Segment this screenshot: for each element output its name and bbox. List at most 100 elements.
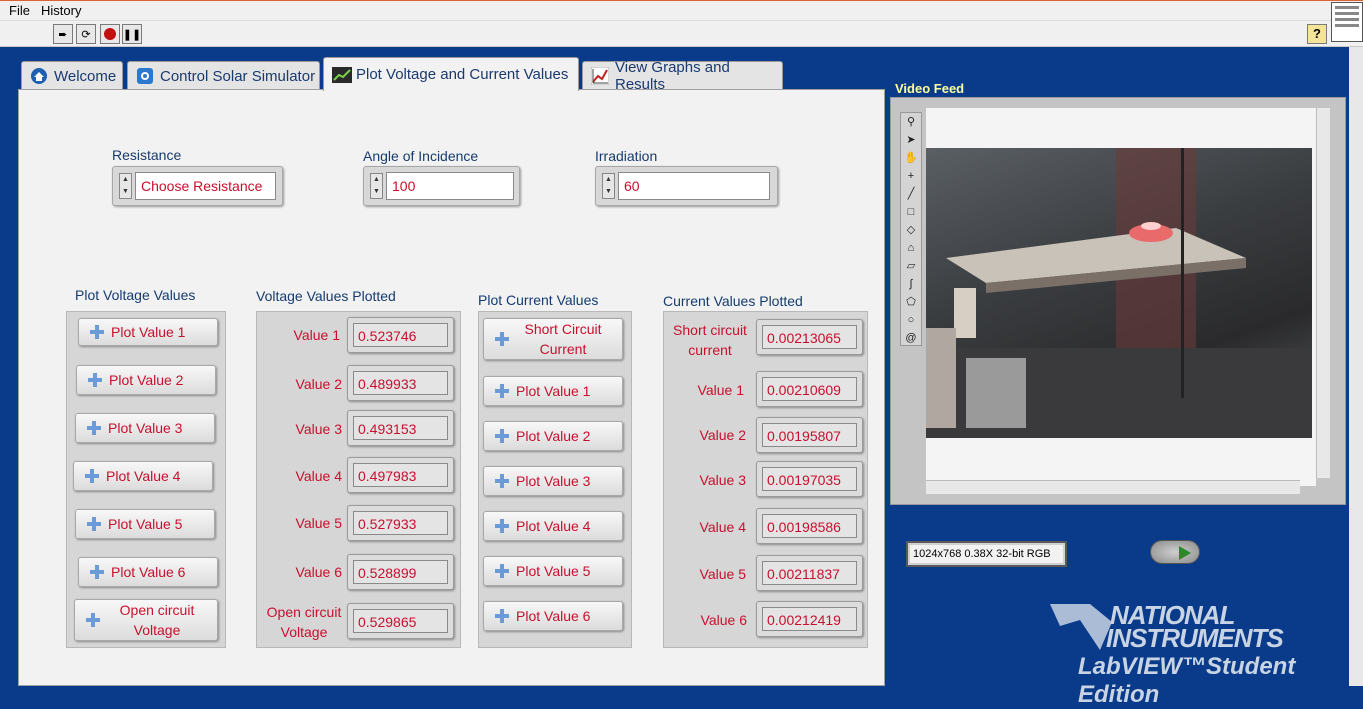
polyline-icon[interactable]: ⬠: [901, 293, 921, 311]
plot-open-circuit-voltage-button[interactable]: Open circuit Voltage: [74, 599, 218, 641]
current-value: 0.00195807: [762, 423, 857, 447]
pointer-icon[interactable]: ➤: [901, 131, 921, 149]
graph-icon: [590, 66, 610, 86]
oval-tool-icon[interactable]: ○: [901, 311, 921, 329]
play-button[interactable]: [1150, 540, 1200, 564]
button-label: Open circuit Voltage: [119, 602, 195, 638]
plot-current-value-5-button[interactable]: Plot Value 5: [483, 556, 623, 586]
plus-icon: [86, 420, 102, 436]
line-tool-icon[interactable]: ╱: [901, 185, 921, 203]
button-label: Plot Value 6: [111, 564, 186, 580]
crosshair-icon[interactable]: +: [901, 167, 921, 185]
plus-icon: [87, 372, 103, 388]
voltage-value-indicator: 0.523746: [347, 317, 454, 353]
tab-view-label: View Graphs and Results: [615, 59, 730, 93]
rectangle-tool-icon[interactable]: □: [901, 203, 921, 221]
button-label: Plot Value 5: [516, 563, 591, 579]
plot-voltage-value-1-button[interactable]: Plot Value 1: [78, 318, 218, 346]
run-continuously-icon[interactable]: ⟳: [76, 24, 96, 44]
resistance-ring[interactable]: ▲ ▼ Choose Resistance: [112, 166, 283, 206]
button-label: Short Circuit Current: [524, 321, 602, 357]
run-arrow-icon[interactable]: ➨: [53, 24, 73, 44]
plus-icon: [86, 516, 102, 532]
video-feed-title: Video Feed: [895, 81, 965, 96]
menu-history[interactable]: History: [41, 3, 81, 18]
current-plotted-title: Current Values Plotted: [663, 293, 803, 309]
labview-edition-label: LabVIEW™Student Edition: [1078, 653, 1296, 708]
plus-icon: [494, 331, 510, 347]
button-label: Plot Value 2: [109, 372, 184, 388]
home-icon: [30, 67, 48, 85]
freehand-icon[interactable]: ∫: [901, 275, 921, 293]
window-scrollbar[interactable]: [1349, 47, 1363, 686]
vi-icon: [1331, 2, 1363, 42]
current-value: 0.00211837: [762, 561, 857, 585]
button-label: Plot Value 2: [516, 428, 591, 444]
tab-control-label: Control Solar Simulator: [160, 67, 316, 85]
plot-voltage-value-2-button[interactable]: Plot Value 2: [76, 365, 216, 395]
plot-voltage-value-4-button[interactable]: Plot Value 4: [73, 461, 213, 491]
current-value: 0.00210609: [762, 377, 857, 401]
tab-welcome[interactable]: Welcome: [21, 61, 123, 90]
plot-current-value-6-button[interactable]: Plot Value 6: [483, 601, 623, 631]
vertical-scrollbar[interactable]: [1316, 108, 1330, 478]
current-row-label: Value 3: [699, 472, 746, 488]
plot-current-value-1-button[interactable]: Plot Value 1: [483, 376, 623, 406]
resistance-label: Resistance: [112, 147, 182, 163]
voltage-value: 0.497983: [353, 463, 448, 487]
current-value-indicator: 0.00211837: [756, 555, 863, 591]
angle-increment-arrows[interactable]: ▲ ▼: [370, 173, 383, 199]
spiral-icon[interactable]: @: [901, 329, 921, 347]
plot-voltage-value-5-button[interactable]: Plot Value 5: [75, 509, 215, 539]
angle-value[interactable]: 100: [386, 172, 514, 200]
pan-hand-icon[interactable]: ✋: [901, 149, 921, 167]
image-tools-palette: ⚲ ➤ ✋ + ╱ □ ◇ ⌂ ▱ ∫ ⬠ ○ @: [900, 112, 922, 346]
abort-icon[interactable]: [100, 24, 120, 44]
irradiation-numeric[interactable]: ▲ ▼ 60: [595, 166, 778, 206]
plot-current-value-2-button[interactable]: Plot Value 2: [483, 421, 623, 451]
current-row-label: Value 4: [699, 519, 746, 535]
button-label: Plot Value 1: [516, 383, 591, 399]
plot-short-circuit-current-button[interactable]: Short Circuit Current: [483, 318, 623, 360]
voltage-value-indicator: 0.527933: [347, 505, 454, 541]
button-label: Plot Value 6: [516, 608, 591, 624]
irradiation-increment-arrows[interactable]: ▲ ▼: [602, 173, 615, 199]
voltage-value: 0.493153: [353, 416, 448, 440]
tab-view-graphs[interactable]: View Graphs and Results: [582, 59, 783, 93]
angle-numeric[interactable]: ▲ ▼ 100: [363, 166, 520, 206]
image-area[interactable]: [926, 108, 1316, 486]
voltage-row-label: Value 5: [295, 515, 342, 531]
voltage-value-indicator: 0.528899: [347, 554, 454, 590]
pause-icon[interactable]: ❚❚: [122, 24, 142, 44]
annulus-icon[interactable]: ⌂: [901, 239, 921, 257]
rotated-rect-icon[interactable]: ◇: [901, 221, 921, 239]
resistance-increment-arrows[interactable]: ▲ ▼: [119, 173, 132, 199]
zoom-icon[interactable]: ⚲: [901, 113, 921, 131]
current-value-indicator: 0.00197035: [756, 461, 863, 497]
current-row-label: Value 6: [700, 612, 747, 628]
irradiation-value[interactable]: 60: [618, 172, 770, 200]
plus-icon: [494, 518, 510, 534]
polygon-icon[interactable]: ▱: [901, 257, 921, 275]
voltage-row-label: Open circuit Voltage: [266, 604, 342, 640]
plot-voltage-value-3-button[interactable]: Plot Value 3: [75, 413, 215, 443]
voltage-value: 0.523746: [353, 323, 448, 347]
tab-control-solar-simulator[interactable]: Control Solar Simulator: [127, 61, 320, 90]
plot-voltage-value-6-button[interactable]: Plot Value 6: [78, 557, 218, 587]
current-row-label: Short circuit current: [673, 322, 747, 358]
ni-labview-logo: NATIONAL INSTRUMENTS LabVIEW™Student Edi…: [1050, 600, 1350, 708]
resistance-value[interactable]: Choose Resistance: [135, 172, 276, 200]
tab-plot-voltage-current[interactable]: Plot Voltage and Current Values: [323, 57, 579, 91]
help-icon[interactable]: ?: [1307, 24, 1327, 44]
button-label: Plot Value 1: [111, 324, 186, 340]
voltage-value: 0.527933: [353, 511, 448, 535]
current-value: 0.00197035: [762, 467, 857, 491]
horizontal-scrollbar[interactable]: [926, 480, 1300, 494]
menu-file[interactable]: File: [9, 3, 30, 18]
plus-icon: [89, 564, 105, 580]
plus-icon: [494, 473, 510, 489]
plot-current-value-3-button[interactable]: Plot Value 3: [483, 466, 623, 496]
plot-current-value-4-button[interactable]: Plot Value 4: [483, 511, 623, 541]
voltage-row-label: Value 2: [295, 376, 342, 392]
tab-plot-label: Plot Voltage and Current Values: [356, 66, 569, 83]
